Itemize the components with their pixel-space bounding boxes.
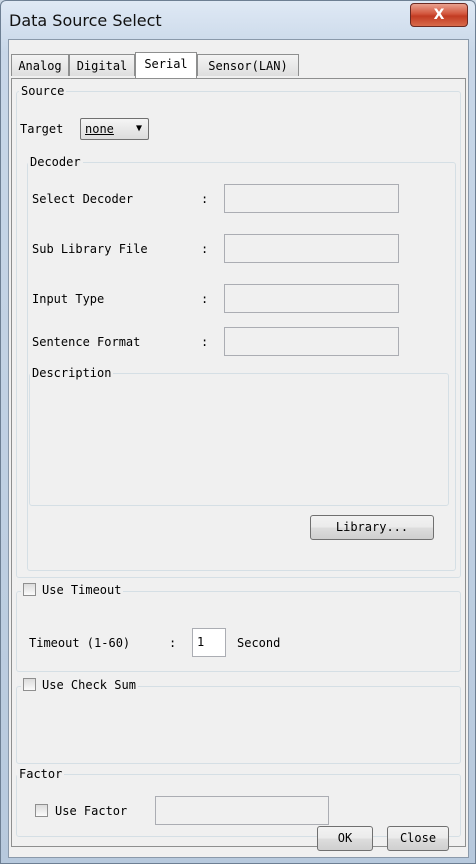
decoder-group: Decoder Select Decoder : Sub Library Fil… xyxy=(27,155,456,571)
use-factor-checkbox[interactable] xyxy=(35,804,48,817)
use-checksum-checkbox[interactable] xyxy=(23,678,36,691)
source-group: Source Target none ▼ Decoder Select Deco… xyxy=(16,84,461,578)
sub-library-file-field[interactable] xyxy=(224,234,399,263)
window-title: Data Source Select xyxy=(9,11,162,30)
sub-library-file-label: Sub Library File xyxy=(32,242,148,256)
ok-button[interactable]: OK xyxy=(317,826,373,851)
input-type-label: Input Type xyxy=(32,292,105,306)
tab-analog[interactable]: Analog xyxy=(11,54,69,76)
checksum-group: Use Check Sum xyxy=(16,678,461,764)
timeout-unit-label: Second xyxy=(237,636,281,650)
title-bar[interactable]: Data Source Select X xyxy=(1,1,475,39)
target-label: Target xyxy=(20,122,64,136)
close-button[interactable]: Close xyxy=(387,826,449,851)
timeout-group: Use Timeout Timeout (1-60) : 1 Second xyxy=(16,583,461,672)
description-legend: Description xyxy=(30,366,114,380)
factor-legend: Factor xyxy=(17,767,65,781)
chevron-down-icon: ▼ xyxy=(135,123,142,134)
select-decoder-field[interactable] xyxy=(224,184,399,213)
use-timeout-checkbox[interactable] xyxy=(23,583,36,596)
description-group: Description xyxy=(29,366,449,506)
tab-sensor-lan[interactable]: Sensor(LAN) xyxy=(197,54,299,76)
target-dropdown[interactable]: none ▼ xyxy=(80,118,149,140)
library-button[interactable]: Library... xyxy=(310,515,434,540)
sentence-format-label: Sentence Format xyxy=(32,335,141,349)
factor-input[interactable] xyxy=(155,796,329,825)
dialog-window: Data Source Select X Analog Digital Seri… xyxy=(0,0,476,864)
colon: : xyxy=(201,335,209,349)
use-checksum-legend: Use Check Sum xyxy=(21,678,138,692)
use-checksum-label: Use Check Sum xyxy=(42,678,136,692)
timeout-label: Timeout (1-60) xyxy=(29,636,131,650)
colon: : xyxy=(201,192,209,206)
target-selected-value: none xyxy=(85,122,114,136)
use-timeout-label: Use Timeout xyxy=(42,583,122,597)
tab-digital[interactable]: Digital xyxy=(69,54,135,76)
use-factor-label: Use Factor xyxy=(55,804,128,818)
window-close-button[interactable]: X xyxy=(410,3,468,27)
dialog-client-area: Analog Digital Serial Sensor(LAN) Source… xyxy=(8,39,469,858)
decoder-legend: Decoder xyxy=(28,155,83,169)
source-legend: Source xyxy=(19,84,67,98)
sentence-format-field[interactable] xyxy=(224,327,399,356)
use-timeout-legend: Use Timeout xyxy=(21,583,124,597)
colon: : xyxy=(201,292,209,306)
input-type-field[interactable] xyxy=(224,284,399,313)
colon: : xyxy=(169,636,177,650)
timeout-input[interactable]: 1 xyxy=(192,628,226,657)
serial-tab-panel: Source Target none ▼ Decoder Select Deco… xyxy=(11,78,466,847)
colon: : xyxy=(201,242,209,256)
select-decoder-label: Select Decoder xyxy=(32,192,134,206)
tab-serial[interactable]: Serial xyxy=(135,52,197,78)
